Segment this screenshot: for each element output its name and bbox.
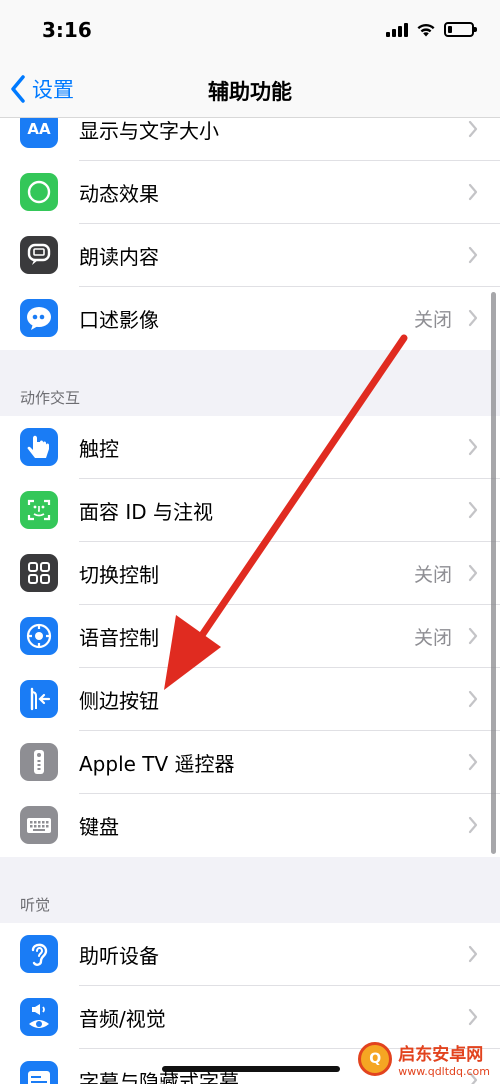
row-label: 语音控制 xyxy=(79,626,159,650)
watermark-url: www.qdltdq.com xyxy=(398,1065,490,1078)
wifi-icon xyxy=(417,23,435,36)
row-side-button[interactable]: 侧边按钮 xyxy=(0,668,500,731)
row-label: Apple TV 遥控器 xyxy=(79,752,235,776)
remote-icon xyxy=(20,743,58,781)
row-face-id-attention[interactable]: 面容 ID 与注视 xyxy=(0,479,500,542)
row-keyboards[interactable]: 键盘 xyxy=(0,794,500,857)
settings-group: AA 显示与文字大小 动态效果 朗读内容 口述影像 关闭 xyxy=(0,98,500,350)
row-label: 音频/视觉 xyxy=(79,1007,166,1031)
watermark-title: 启东安卓网 xyxy=(398,1045,484,1065)
row-touch[interactable]: 触控 xyxy=(0,416,500,479)
navigation-bar: 设置 辅助功能 xyxy=(0,62,500,118)
speech-bubble-icon xyxy=(20,236,58,274)
row-label: 切换控制 xyxy=(79,563,159,587)
chevron-right-icon xyxy=(468,183,478,201)
row-label: 动态效果 xyxy=(79,182,159,206)
watermark-logo: Q 启东安卓网 www.qdltdq.com xyxy=(358,1040,490,1078)
voice-control-icon xyxy=(20,617,58,655)
section-header-label: 听觉 xyxy=(20,896,51,914)
page-title: 辅助功能 xyxy=(208,80,292,104)
section-header: 动作交互 xyxy=(0,350,500,416)
captions-icon xyxy=(20,1061,58,1084)
chevron-right-icon xyxy=(468,690,478,708)
ear-icon xyxy=(20,935,58,973)
row-value: 关闭 xyxy=(413,309,452,331)
row-motion[interactable]: 动态效果 xyxy=(0,161,500,224)
face-id-icon xyxy=(20,491,58,529)
row-label: 侧边按钮 xyxy=(79,689,159,713)
row-audio-descriptions[interactable]: 口述影像 关闭 xyxy=(0,287,500,350)
chevron-right-icon xyxy=(468,1008,478,1026)
speaker-eye-icon xyxy=(20,998,58,1036)
grid-icon xyxy=(20,554,58,592)
chevron-right-icon xyxy=(468,438,478,456)
home-indicator[interactable] xyxy=(162,1066,340,1072)
row-hearing-devices[interactable]: 助听设备 xyxy=(0,923,500,986)
side-button-icon xyxy=(20,680,58,718)
status-bar: 3:16 xyxy=(0,0,500,62)
chevron-right-icon xyxy=(468,816,478,834)
row-switch-control[interactable]: 切换控制 关闭 xyxy=(0,542,500,605)
battery-icon xyxy=(444,22,477,37)
settings-group: 触控 面容 ID 与注视 切换控制 关闭 语音控制 关闭 侧边按钮 Apple TV 遥控器键… xyxy=(0,416,500,857)
chevron-right-icon xyxy=(468,309,478,327)
row-apple-tv-remote[interactable]: Apple TV 遥控器 xyxy=(0,731,500,794)
row-label: 触控 xyxy=(79,437,119,461)
chevron-right-icon xyxy=(468,120,478,138)
section-header-label: 动作交互 xyxy=(20,389,81,407)
settings-list: AA 显示与文字大小 动态效果 朗读内容 口述影像 关闭 动作交互 触控 面容 ID 与注视 切换… xyxy=(0,98,500,1084)
status-icons xyxy=(386,22,477,37)
chevron-right-icon xyxy=(468,564,478,582)
row-value: 关闭 xyxy=(413,564,452,586)
watermark-emblem: Q xyxy=(358,1042,393,1076)
row-label: 朗读内容 xyxy=(79,245,159,269)
quote-bubble-icon xyxy=(20,299,58,337)
back-button[interactable]: 设置 xyxy=(10,74,74,104)
row-label: 显示与文字大小 xyxy=(79,119,219,143)
chevron-right-icon xyxy=(468,945,478,963)
back-label: 设置 xyxy=(32,78,74,102)
row-value: 关闭 xyxy=(413,627,452,649)
row-spoken-content[interactable]: 朗读内容 xyxy=(0,224,500,287)
row-label: 助听设备 xyxy=(79,944,159,968)
motion-icon xyxy=(20,173,58,211)
row-label: 面容 ID 与注视 xyxy=(79,500,214,524)
status-time: 3:16 xyxy=(42,18,92,42)
chevron-right-icon xyxy=(468,246,478,264)
section-header: 听觉 xyxy=(0,857,500,923)
cellular-signal-icon xyxy=(386,22,408,37)
row-label: 键盘 xyxy=(79,815,119,839)
chevron-right-icon xyxy=(468,501,478,519)
chevron-left-icon xyxy=(11,75,25,103)
keyboard-icon xyxy=(20,806,58,844)
chevron-right-icon xyxy=(468,753,478,771)
chevron-right-icon xyxy=(468,627,478,645)
hand-icon xyxy=(20,428,58,466)
row-voice-control[interactable]: 语音控制 关闭 xyxy=(0,605,500,668)
row-label: 口述影像 xyxy=(79,308,159,332)
battery-level xyxy=(448,26,453,33)
scroll-indicator[interactable] xyxy=(491,292,496,854)
